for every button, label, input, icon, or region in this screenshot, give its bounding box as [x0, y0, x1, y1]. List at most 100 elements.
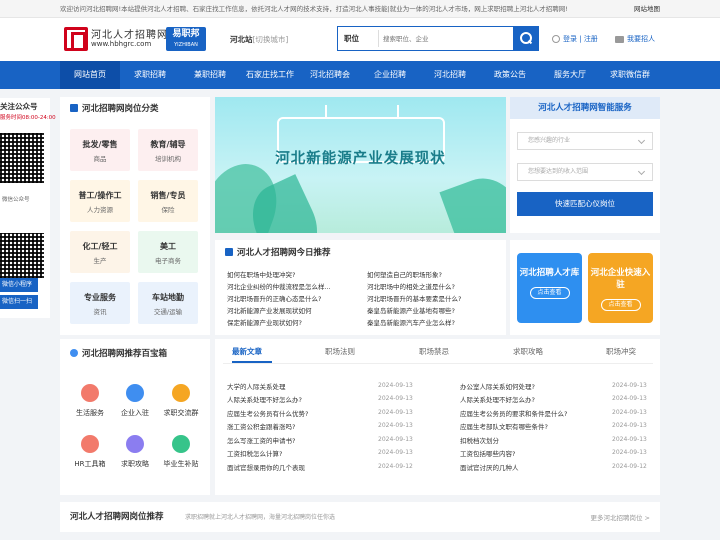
category-name: 美工: [160, 242, 176, 251]
talent-pool-card[interactable]: 河北招聘人才库 点击查看: [517, 253, 582, 323]
nav-item-jobs[interactable]: 求职招聘: [120, 61, 180, 89]
match-button[interactable]: 快速匹配心仪岗位: [517, 192, 653, 216]
article-link[interactable]: 应届生考公务员有什么优势?: [227, 408, 308, 418]
article-link[interactable]: 工资扣税怎么计算?: [227, 448, 282, 458]
tool-graduate-subsidy[interactable]: 毕业生补贴: [156, 435, 206, 469]
more-jobs-link[interactable]: 更多河北招聘岗位 >: [590, 512, 650, 522]
quick-cards: 河北招聘人才库 点击查看 河北企业快速入驻 点击查看: [510, 240, 660, 335]
follow-sidebar: 关注公众号 服务时间08:00-24:00 微信公众号 微信小程序 微信扫一扫: [0, 98, 56, 318]
tab-guide[interactable]: 求职攻略: [513, 346, 543, 357]
article-link[interactable]: 大学的人际关系处理: [227, 381, 286, 391]
tab-divider: [223, 363, 653, 364]
article-link[interactable]: 应届生考公务员的要求和条件是什么?: [460, 408, 567, 418]
category-item[interactable]: 批发/零售 商品: [70, 129, 130, 171]
tool-label: 求职攻略: [121, 460, 149, 468]
partner-logo[interactable]: 易职邦 YIZHIBAN: [166, 27, 206, 51]
briefcase-icon: [615, 35, 624, 43]
toolbox-icon: [70, 349, 78, 357]
article-date: 2024-09-13: [612, 382, 647, 389]
city-switch-link[interactable]: [切换城市]: [253, 35, 289, 44]
article-link[interactable]: 涨工资公积金跟着涨吗?: [227, 421, 295, 431]
hero-banner[interactable]: 河北新能源产业发展现状: [215, 97, 506, 233]
recommend-icon: [225, 248, 233, 256]
category-name: 车站地勤: [152, 293, 184, 302]
tab-conflict[interactable]: 职场冲突: [606, 346, 636, 357]
nav-item-policy[interactable]: 政策公告: [480, 61, 540, 89]
toolbox-panel: 河北招聘网推荐百宝箱 生活服务 企业入驻 求职交流群 HR工具箱 求职攻略 毕业…: [60, 339, 210, 495]
article-link[interactable]: 怎么写涨工资的申请书?: [227, 435, 295, 445]
recruit-link[interactable]: 我要招人: [615, 34, 655, 44]
recommend-link[interactable]: 秦皇岛新能源汽车产业怎么样?: [367, 317, 455, 327]
article-link[interactable]: 人际关系处理不好怎么办?: [460, 394, 535, 404]
sitemap-link[interactable]: 网站地图: [634, 0, 660, 18]
article-link[interactable]: 面试官讨厌的几种人: [460, 462, 519, 472]
recommend-link[interactable]: 秦皇岛新能源产业基地有哪些?: [367, 305, 455, 315]
recommend-link[interactable]: 河北职场晋升的基本要素是什么?: [367, 293, 461, 303]
articles-panel: 最新文章 职场法则 职场禁忌 求职攻略 职场冲突 大学的人际关系处理 2024-0…: [215, 339, 660, 495]
search-type-select[interactable]: 职位: [344, 33, 359, 44]
article-link[interactable]: 扣税档次划分: [460, 435, 499, 445]
tab-rules[interactable]: 职场法则: [325, 346, 355, 357]
today-title-text: 河北人才招聘网今日推荐: [237, 248, 331, 258]
toolkit-icon: [81, 435, 99, 453]
logo-url[interactable]: www.hbhgrc.com: [91, 40, 151, 48]
recommend-link[interactable]: 如何在职场中处理冲突?: [227, 269, 295, 279]
tool-hr-kit[interactable]: HR工具箱: [65, 435, 115, 469]
nav-item-wechat[interactable]: 求职微信群: [600, 61, 660, 89]
login-link[interactable]: 登录: [563, 35, 577, 43]
tool-job-guide[interactable]: 求职攻略: [110, 435, 160, 469]
city-name: 河北站: [230, 35, 253, 44]
search-icon[interactable]: [513, 27, 538, 50]
article-date: 2024-09-13: [378, 436, 413, 443]
category-item[interactable]: 普工/操作工 人力资源: [70, 180, 130, 222]
category-name: 销售/专员: [150, 191, 186, 200]
category-item[interactable]: 车站地勤交通/运输: [138, 282, 198, 324]
category-item[interactable]: 销售/专员 保险: [138, 180, 198, 222]
category-item[interactable]: 专业服务 资讯: [70, 282, 130, 324]
scan-button[interactable]: 微信扫一扫: [0, 295, 38, 309]
article-link[interactable]: 人际关系处理不好怎么办?: [227, 394, 302, 404]
nav-item-company[interactable]: 企业招聘: [360, 61, 420, 89]
recommend-link[interactable]: 河北职场中的相处之道是什么?: [367, 281, 455, 291]
tool-job-group[interactable]: 求职交流群: [156, 384, 206, 418]
nav-item-parttime[interactable]: 兼职招聘: [180, 61, 240, 89]
logo-name[interactable]: 河北人才招聘网: [91, 26, 168, 41]
industry-select[interactable]: 您感兴趣的行业: [517, 132, 653, 150]
recommend-link[interactable]: 河北企业纠纷的仲裁流程是怎么样...: [227, 281, 331, 291]
card-title: 河北招聘人才库: [519, 268, 580, 278]
nav-item-fair[interactable]: 河北招聘会: [300, 61, 360, 89]
tool-label: 生活服务: [76, 409, 104, 417]
category-item[interactable]: 化工/轻工 生产: [70, 231, 130, 273]
tab-taboos[interactable]: 职场禁忌: [419, 346, 449, 357]
mini-program-button[interactable]: 微信小程序: [0, 278, 38, 292]
article-date: 2024-09-13: [612, 395, 647, 402]
article-link[interactable]: 应届生考部队文职有哪些条件?: [460, 421, 548, 431]
nav-item-hebei[interactable]: 河北招聘: [420, 61, 480, 89]
category-name: 教育/辅导: [150, 140, 186, 149]
recommend-link[interactable]: 河北新能源产业发展现状如何: [227, 305, 312, 315]
city-switcher[interactable]: 河北站[切换城市]: [230, 34, 288, 45]
category-sub: 交通/运输: [153, 308, 183, 316]
search-input[interactable]: [378, 30, 508, 47]
category-panel: 河北招聘网岗位分类 批发/零售 商品 教育/辅导 培训机构 普工/操作工 人力资源 销…: [60, 97, 210, 335]
article-link[interactable]: 工资包括哪些内容?: [460, 448, 515, 458]
tab-latest[interactable]: 最新文章: [232, 346, 262, 357]
nav-item-home[interactable]: 网站首页: [60, 61, 120, 89]
tool-company-join[interactable]: 企业入驻: [110, 384, 160, 418]
recommend-link[interactable]: 保定新能源产业现状如何?: [227, 317, 302, 327]
site-logo-icon[interactable]: [64, 27, 88, 51]
article-link[interactable]: 面试官想录用你的几个表现: [227, 462, 305, 472]
nav-item-sjz[interactable]: 石家庄找工作: [240, 61, 300, 89]
income-select[interactable]: 您想要达到的收入范围: [517, 163, 653, 181]
article-link[interactable]: 办公室人际关系如何处理?: [460, 381, 535, 391]
tool-life-service[interactable]: 生活服务: [65, 384, 115, 418]
company-join-card[interactable]: 河北企业快速入驻 点击查看: [588, 253, 653, 323]
card-button[interactable]: 点击查看: [600, 299, 641, 311]
card-button[interactable]: 点击查看: [529, 287, 570, 299]
nav-item-service[interactable]: 服务大厅: [540, 61, 600, 89]
recommend-link[interactable]: 河北职场晋升的正确心态是什么?: [227, 293, 321, 303]
category-item[interactable]: 美工 电子商务: [138, 231, 198, 273]
register-link[interactable]: 注册: [584, 35, 598, 43]
recommend-link[interactable]: 如何塑造自己的职场形象?: [367, 269, 442, 279]
category-item[interactable]: 教育/辅导 培训机构: [138, 129, 198, 171]
